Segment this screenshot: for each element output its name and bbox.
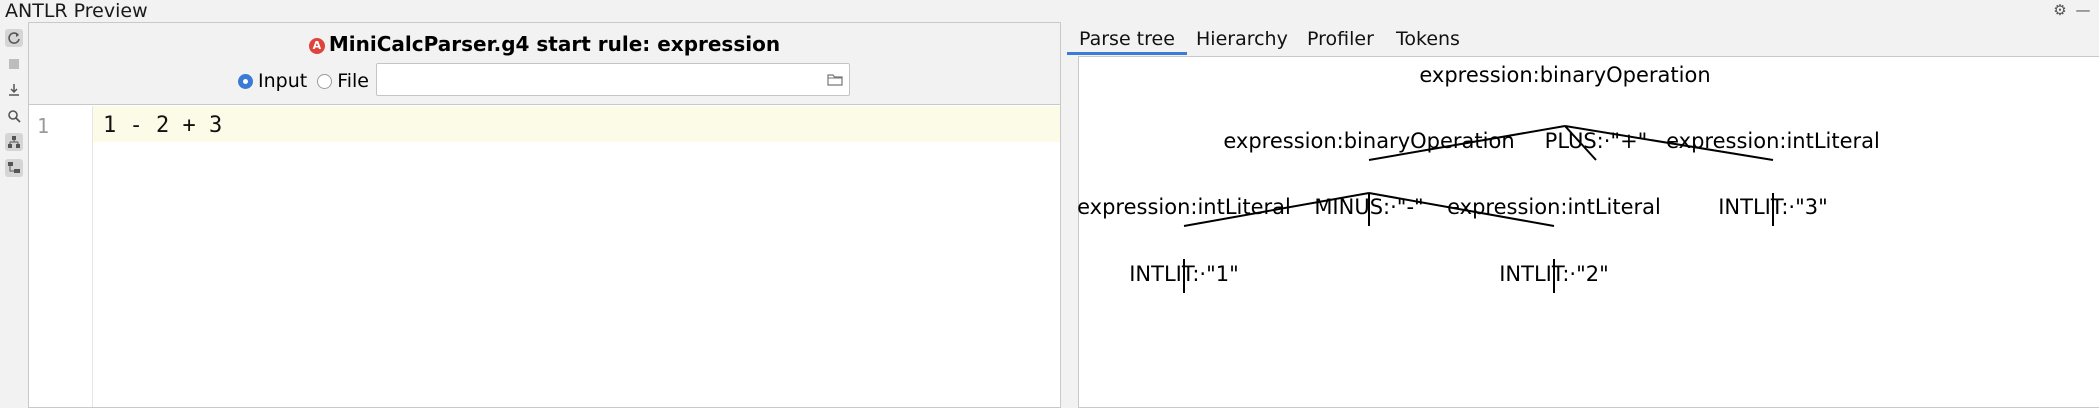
tab-hierarchy[interactable]: Hierarchy bbox=[1184, 25, 1300, 55]
refresh-icon[interactable] bbox=[5, 29, 23, 47]
input-header: A MiniCalcParser.g4 start rule: expressio… bbox=[29, 23, 1060, 105]
minimize-icon[interactable]: — bbox=[2074, 1, 2092, 19]
tree-node-intlit-1[interactable]: INTLIT:·"1" bbox=[1129, 261, 1239, 287]
tree-node-intlit-3[interactable]: INTLIT:·"3" bbox=[1718, 194, 1828, 220]
tree-node-int-literal[interactable]: expression:intLiteral bbox=[1666, 128, 1880, 154]
tool-strip bbox=[0, 22, 26, 408]
tree-panel: Parse tree Hierarchy Profiler Tokens exp… bbox=[1067, 22, 2099, 408]
file-radio[interactable] bbox=[317, 73, 333, 89]
hierarchy-icon[interactable] bbox=[5, 159, 23, 177]
tree-node-intlit-2[interactable]: INTLIT:·"2" bbox=[1499, 261, 1609, 287]
line-gutter: 1 bbox=[29, 106, 93, 407]
antlr-preview-window: ANTLR Preview ⚙ — A MiniCalcParser.g4 sta… bbox=[0, 0, 2099, 408]
stop-icon[interactable] bbox=[5, 55, 23, 73]
export-icon[interactable] bbox=[5, 81, 23, 99]
gear-icon[interactable]: ⚙ bbox=[2051, 1, 2069, 19]
tree-node-root[interactable]: expression:binaryOperation bbox=[1419, 62, 1710, 88]
tree-node-minus[interactable]: MINUS:·"-" bbox=[1314, 194, 1423, 220]
input-radio-label[interactable]: Input bbox=[258, 70, 307, 92]
grammar-title: A MiniCalcParser.g4 start rule: expressio… bbox=[29, 31, 1060, 57]
tree-node-int-literal[interactable]: expression:intLiteral bbox=[1447, 194, 1661, 220]
parse-tree-view[interactable]: expression:binaryOperation expression:bi… bbox=[1077, 56, 2099, 408]
input-editor[interactable]: 1 1 - 2 + 3 bbox=[29, 106, 1060, 407]
error-icon: A bbox=[308, 38, 325, 54]
file-radio-label[interactable]: File bbox=[337, 70, 369, 92]
view-tabs: Parse tree Hierarchy Profiler Tokens bbox=[1067, 22, 2099, 56]
tree-node-plus[interactable]: PLUS:·"+" bbox=[1545, 128, 1648, 154]
input-source-selector: Input File bbox=[238, 66, 379, 96]
find-icon[interactable] bbox=[5, 107, 23, 125]
input-panel: A MiniCalcParser.g4 start rule: expressio… bbox=[28, 22, 1061, 408]
code-line[interactable]: 1 - 2 + 3 bbox=[103, 113, 222, 138]
input-radio[interactable] bbox=[238, 73, 253, 89]
line-number: 1 bbox=[37, 114, 50, 138]
window-title: ANTLR Preview bbox=[5, 0, 148, 22]
tree-node-int-literal[interactable]: expression:intLiteral bbox=[1077, 194, 1291, 220]
tab-profiler[interactable]: Profiler bbox=[1295, 25, 1386, 55]
tab-parse-tree[interactable]: Parse tree bbox=[1067, 25, 1187, 55]
folder-icon[interactable] bbox=[827, 72, 843, 86]
file-path-field[interactable] bbox=[376, 63, 850, 96]
tab-tokens[interactable]: Tokens bbox=[1384, 25, 1472, 55]
tree-edges bbox=[1183, 125, 1774, 293]
tree-icon[interactable] bbox=[5, 133, 23, 151]
tree-node-binary-operation[interactable]: expression:binaryOperation bbox=[1223, 128, 1514, 154]
title-bar: ANTLR Preview ⚙ — bbox=[0, 0, 2099, 22]
grammar-title-text: MiniCalcParser.g4 start rule: expression bbox=[328, 32, 781, 56]
